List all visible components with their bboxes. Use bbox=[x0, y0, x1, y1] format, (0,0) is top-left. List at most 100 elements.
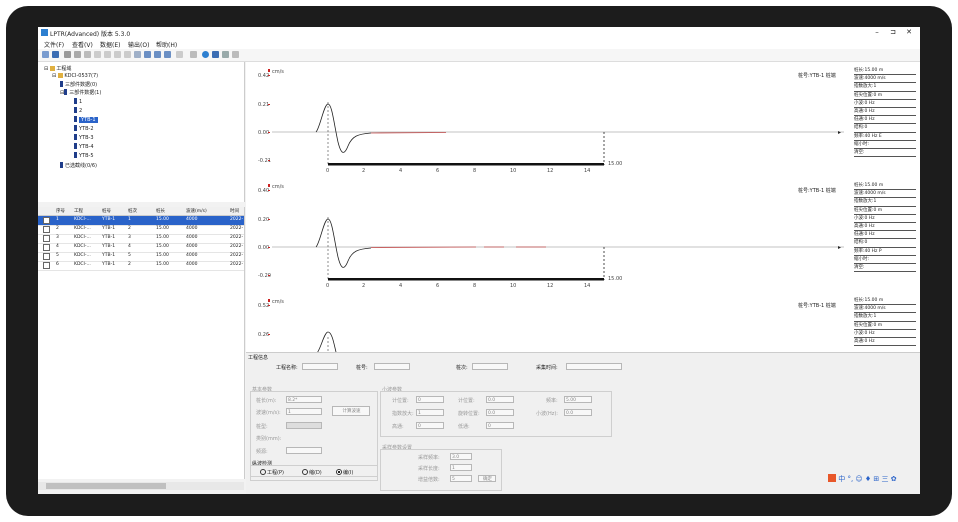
row-checkbox[interactable] bbox=[43, 235, 50, 242]
tree-node-4[interactable]: YTB-1 bbox=[74, 116, 98, 123]
s3-input[interactable]: 5 bbox=[450, 475, 472, 482]
tree-node-6[interactable]: YTB-3 bbox=[74, 134, 94, 141]
pile-field[interactable] bbox=[374, 363, 410, 370]
times-field[interactable] bbox=[472, 363, 508, 370]
info-line: 低通:0 Hz bbox=[854, 116, 916, 125]
info-line: 结构:0 bbox=[854, 124, 916, 133]
close-button[interactable]: ✕ bbox=[902, 28, 916, 36]
cell-proj: KDCI-... bbox=[74, 235, 91, 240]
sort-icon[interactable] bbox=[222, 51, 229, 58]
tree-project[interactable]: ⊟ KDCI-0537(7) bbox=[52, 73, 98, 79]
tree-node-5[interactable]: YTB-2 bbox=[74, 125, 94, 132]
arrow-down-icon[interactable] bbox=[124, 51, 131, 58]
cell-speed: 4000 bbox=[186, 226, 198, 231]
col-times[interactable]: 桩次 bbox=[128, 208, 137, 214]
f2-input[interactable]: 0.0 bbox=[486, 396, 514, 403]
export-icon[interactable] bbox=[176, 51, 183, 58]
pile-icon bbox=[74, 152, 77, 158]
x-tick-label: 4 bbox=[399, 168, 402, 172]
menu-file[interactable]: 文件(F) bbox=[44, 40, 64, 49]
open-icon[interactable] bbox=[64, 51, 71, 58]
new-icon[interactable] bbox=[42, 51, 49, 58]
s1-input[interactable]: 3.0 bbox=[450, 453, 472, 460]
tree-node-1[interactable]: ⊟ 三部件数据(1) bbox=[60, 89, 101, 96]
filter-icon[interactable] bbox=[74, 51, 81, 58]
table-icon[interactable] bbox=[154, 51, 161, 58]
cell-time: 2022- bbox=[230, 235, 244, 240]
menu-data[interactable]: 数据(E) bbox=[100, 40, 120, 49]
s2-input[interactable]: 1 bbox=[450, 464, 472, 471]
col-speed[interactable]: 波速(m/s) bbox=[186, 208, 207, 214]
arrow-right-icon[interactable] bbox=[104, 51, 111, 58]
cell-len: 15.00 bbox=[156, 226, 169, 231]
calc-speed-button[interactable]: 计算波速 bbox=[332, 406, 370, 416]
cell-proj: KDCI-... bbox=[74, 253, 91, 258]
grade-field[interactable] bbox=[286, 422, 322, 429]
row-checkbox[interactable] bbox=[43, 253, 50, 260]
cut-input[interactable]: 0.0 bbox=[564, 409, 592, 416]
waveform-plot[interactable]: cm/s 0.40 0.20 0.00 -0.20 0 2 4 6 8 10 12 14 15.00 ▸ 桩号… bbox=[246, 177, 920, 287]
info-line: 波速:4000 m/s bbox=[854, 305, 916, 314]
scroll-thumb[interactable] bbox=[46, 483, 166, 489]
print-icon[interactable] bbox=[164, 51, 171, 58]
table-row[interactable]: 6 KDCI-... YTB-1 2 15.00 4000 2022- bbox=[38, 261, 244, 271]
save-icon[interactable] bbox=[52, 51, 59, 58]
arrow-left-icon[interactable] bbox=[94, 51, 101, 58]
f3-input[interactable]: 1 bbox=[416, 409, 444, 416]
unit-label: cm/s bbox=[272, 184, 284, 190]
ime-toolbar[interactable]: 中 °, ☺ ♦ ⊞ 三 ✿ bbox=[828, 474, 897, 484]
f6-label: 低通: bbox=[458, 424, 470, 430]
horizontal-scrollbar[interactable] bbox=[38, 482, 244, 490]
radio-project[interactable]: 工程(P) bbox=[260, 469, 284, 476]
y-tick-label: 0.42 bbox=[258, 73, 269, 79]
tree-node-8[interactable]: YTB-5 bbox=[74, 152, 94, 159]
tree-node-3[interactable]: 2 bbox=[74, 107, 82, 114]
col-pile[interactable]: 桩号 bbox=[102, 208, 111, 214]
settings-icon[interactable] bbox=[84, 51, 91, 58]
time-field[interactable] bbox=[566, 363, 622, 370]
ime-logo-icon bbox=[828, 474, 836, 482]
apply-button[interactable]: 确定 bbox=[478, 475, 496, 482]
waveform-plot[interactable]: cm/s 0.42 0.21 0.00 -0.21 0 2 4 6 8 10 12 14 15.00 ▸ 桩号… bbox=[246, 62, 920, 172]
f5-input[interactable]: 0 bbox=[416, 422, 444, 429]
f1-input[interactable]: 0 bbox=[416, 396, 444, 403]
col-len[interactable]: 桩长 bbox=[156, 208, 165, 214]
col-time[interactable]: 时间 bbox=[230, 208, 239, 214]
report-icon[interactable] bbox=[212, 51, 219, 58]
col-no[interactable]: 序号 bbox=[56, 208, 65, 214]
tree-node-label: YTB-5 bbox=[79, 153, 94, 159]
f6-input[interactable]: 0 bbox=[486, 422, 514, 429]
tools-icon[interactable] bbox=[190, 51, 197, 58]
row-checkbox[interactable] bbox=[43, 262, 50, 269]
menu-view[interactable]: 查看(V) bbox=[72, 40, 93, 49]
row-checkbox[interactable] bbox=[43, 244, 50, 251]
pin-icon[interactable] bbox=[232, 51, 239, 58]
col-proj[interactable]: 工程 bbox=[74, 208, 83, 214]
help-icon[interactable] bbox=[202, 51, 209, 58]
radio-edit[interactable]: 编(I) bbox=[336, 469, 353, 476]
track-label: 桩号:YTB-1 桩端 bbox=[798, 188, 836, 194]
row-checkbox[interactable] bbox=[43, 217, 50, 224]
f4-input[interactable]: 0.0 bbox=[486, 409, 514, 416]
arrow-up-icon[interactable] bbox=[114, 51, 121, 58]
tree-node-2[interactable]: 1 bbox=[74, 98, 82, 105]
tree-node-9[interactable]: 已选截线(0/6) bbox=[60, 162, 97, 169]
menu-output[interactable]: 输出(O) bbox=[128, 40, 149, 49]
tree-node-7[interactable]: YTB-4 bbox=[74, 143, 94, 150]
proj-field[interactable] bbox=[302, 363, 338, 370]
len-input[interactable]: 8.2* bbox=[286, 396, 322, 403]
speed-input[interactable]: 1 bbox=[286, 408, 322, 415]
maximize-button[interactable]: ⊐ bbox=[886, 28, 900, 36]
tree-node-0[interactable]: 三部件数据(0) bbox=[60, 81, 97, 88]
minimize-button[interactable]: – bbox=[870, 28, 884, 36]
source-select[interactable] bbox=[286, 447, 322, 454]
zoom-icon[interactable] bbox=[134, 51, 141, 58]
cell-times: 5 bbox=[128, 253, 131, 258]
chart-icon[interactable] bbox=[144, 51, 151, 58]
freq-input[interactable]: 5.00 bbox=[564, 396, 592, 403]
row-checkbox[interactable] bbox=[43, 226, 50, 233]
radio-shrink[interactable]: 缩(D) bbox=[302, 469, 322, 476]
tree-root[interactable]: ⊟ 工程域 bbox=[44, 65, 71, 72]
cell-pile: YTB-1 bbox=[102, 262, 116, 267]
menu-help[interactable]: 帮助(H) bbox=[156, 40, 177, 49]
